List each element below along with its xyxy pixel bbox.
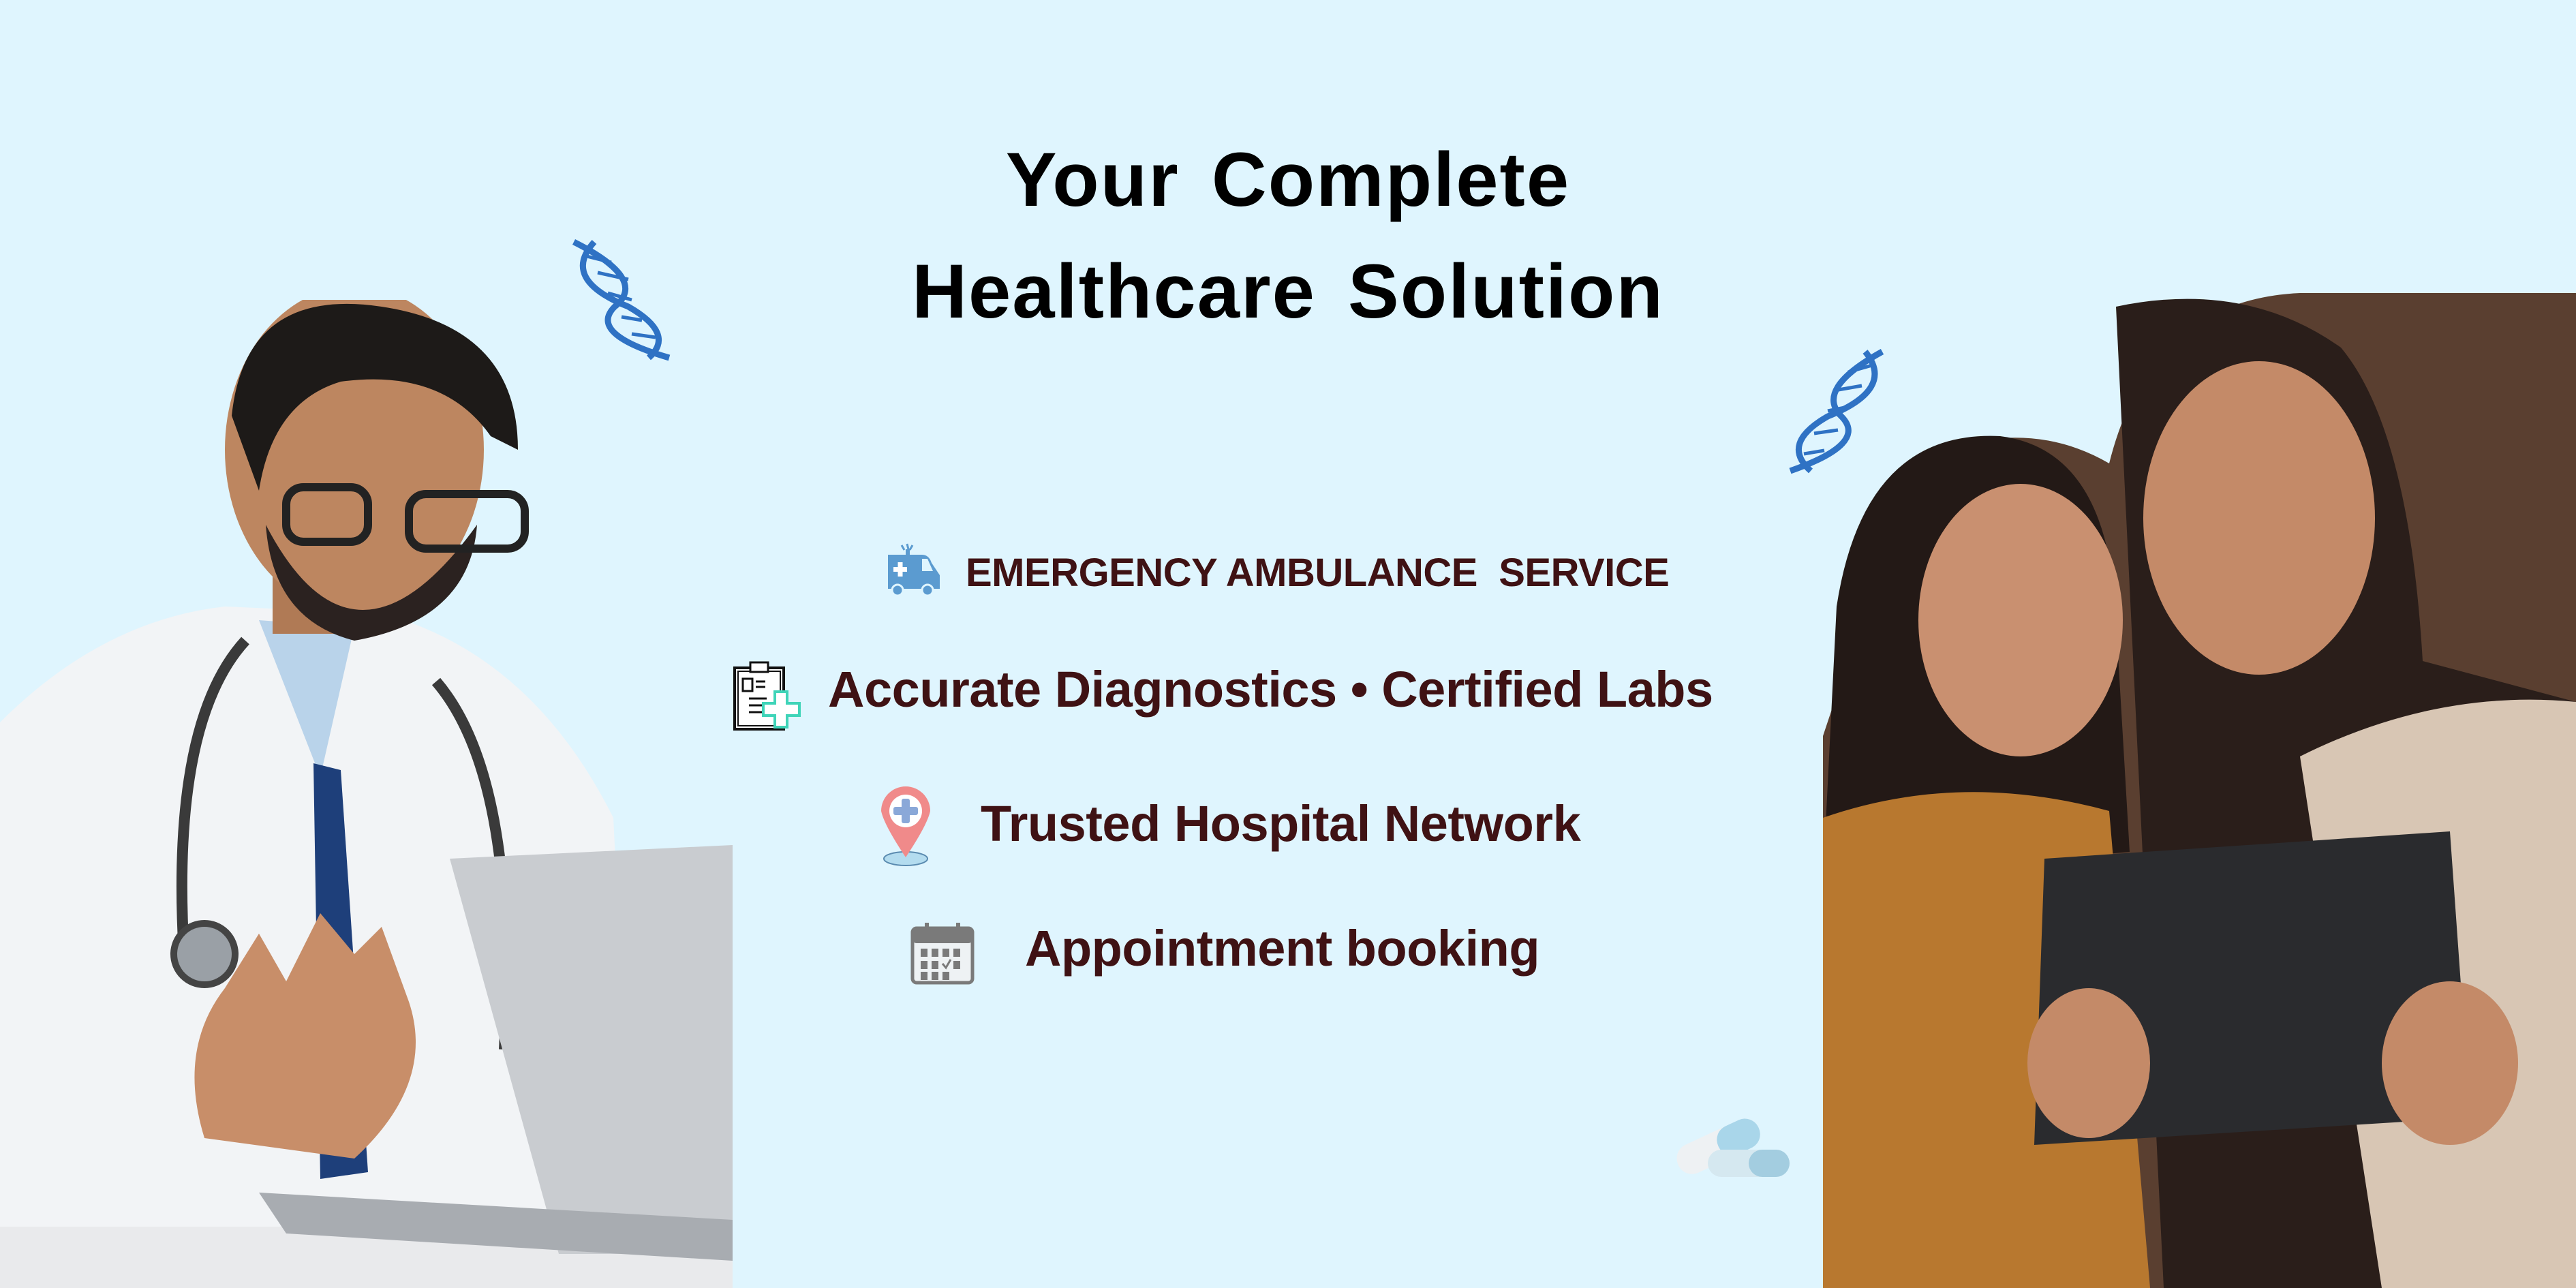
ambulance-icon	[887, 542, 941, 597]
location-pin-cross-icon	[870, 784, 942, 869]
clipboard-medical-icon	[733, 661, 808, 733]
feature-ambulance-label: EMERGENCY AMBULANCE SERVICE	[966, 551, 1670, 595]
doctor-photo	[0, 300, 733, 1288]
headline-line-1: Your Complete	[1005, 137, 1571, 222]
feature-diagnostics-label: Accurate Diagnostics • Certified Labs	[828, 661, 1713, 718]
calendar-icon	[910, 921, 975, 986]
family-photo	[1823, 293, 2576, 1288]
feature-hospital-network-label: Trusted Hospital Network	[981, 795, 1581, 852]
feature-appointment-label: Appointment booking	[1025, 920, 1540, 977]
pills-icon	[1667, 1109, 1793, 1180]
headline-line-2: Healthcare Solution	[912, 249, 1664, 334]
dna-icon	[1787, 348, 1889, 474]
